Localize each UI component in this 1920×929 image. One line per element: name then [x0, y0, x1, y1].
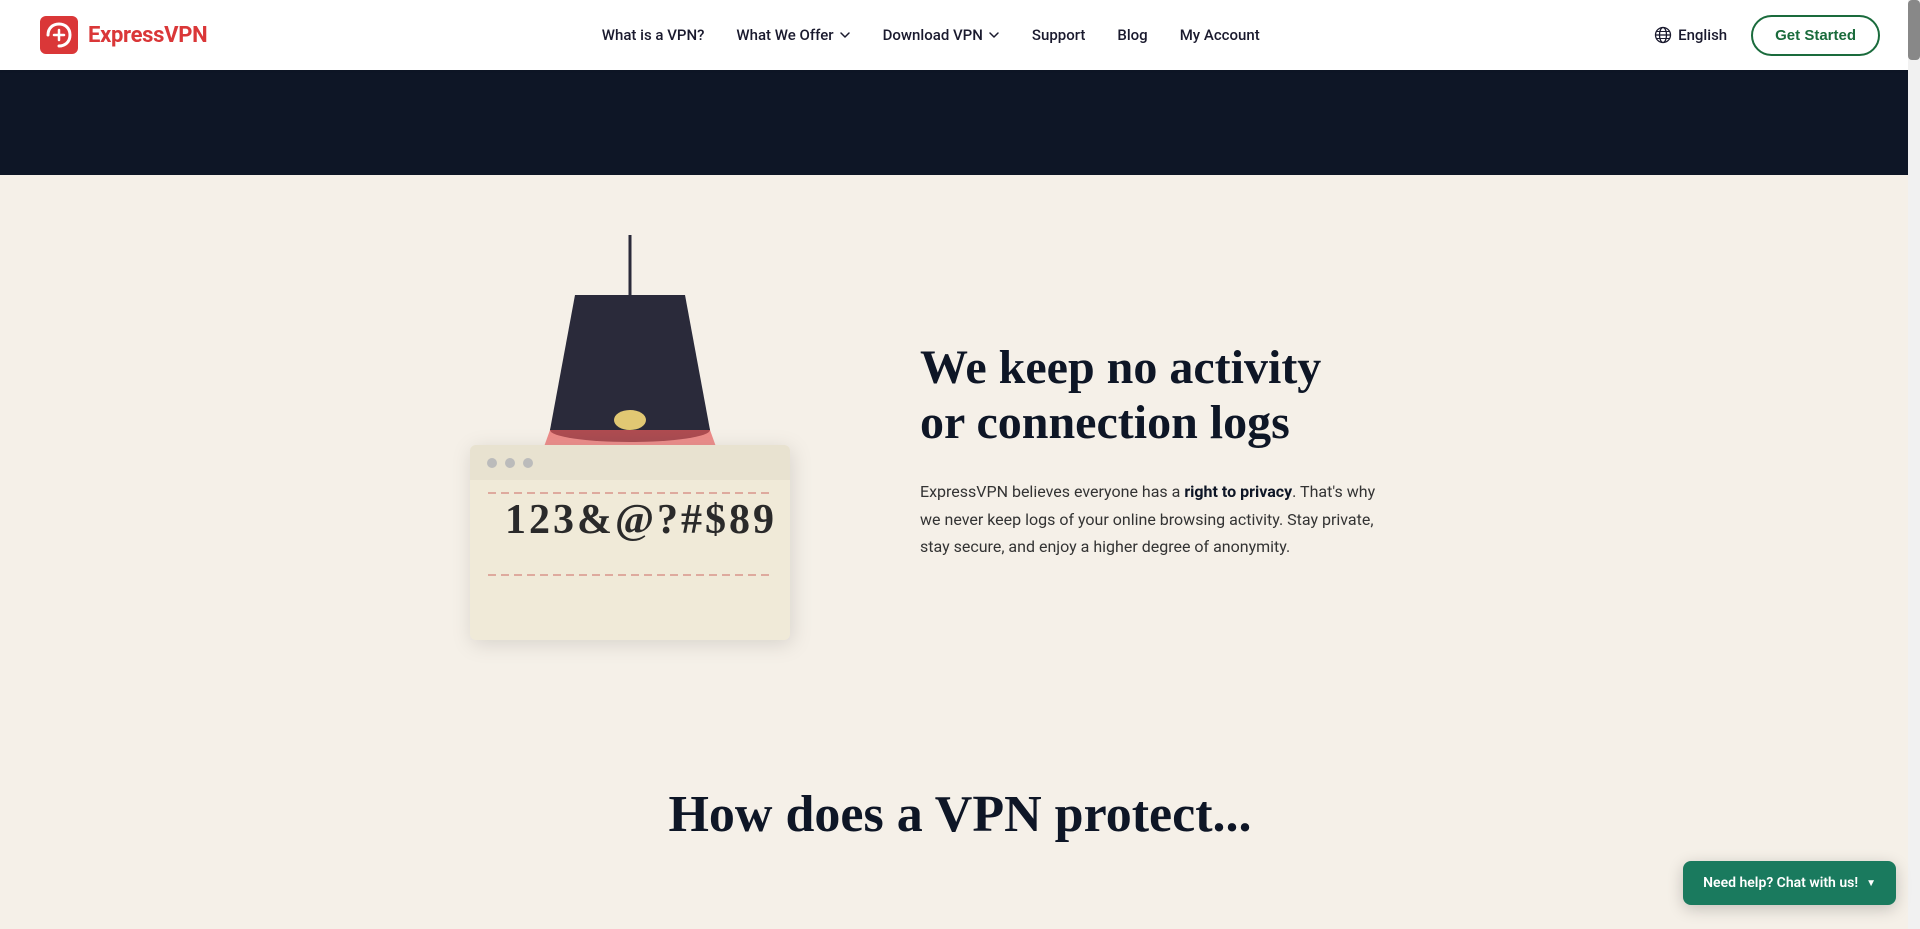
scrollbar-thumb[interactable] [1908, 0, 1920, 60]
illustration-area: 123&@?#$89 [420, 235, 840, 665]
nav-what-we-offer[interactable]: What We Offer [736, 26, 850, 44]
get-started-button[interactable]: Get Started [1751, 15, 1880, 56]
scrollbar[interactable] [1908, 0, 1920, 929]
chat-widget[interactable]: Need help? Chat with us! ▼ [1683, 861, 1896, 905]
nav-download-vpn[interactable]: Download VPN [883, 26, 1000, 44]
section-title: We keep no activity or connection logs [920, 340, 1380, 450]
svg-text:123&@?#$89: 123&@?#$89 [505, 497, 777, 543]
site-header: ExpressVPN What is a VPN? What We Offer … [0, 0, 1920, 70]
content-wrapper: 123&@?#$89 We keep no activity or connec… [360, 235, 1560, 665]
nav-blog[interactable]: Blog [1117, 26, 1147, 44]
bottom-section: How does a VPN protect... [0, 745, 1920, 865]
nav-support[interactable]: Support [1032, 26, 1085, 44]
nav-right-area: English Get Started [1654, 15, 1880, 56]
logo-text: ExpressVPN [88, 23, 207, 48]
language-label: English [1678, 26, 1727, 44]
globe-icon [1654, 26, 1672, 44]
bottom-section-title: How does a VPN protect... [668, 785, 1251, 844]
text-content: We keep no activity or connection logs E… [920, 340, 1380, 560]
lamp-illustration: 123&@?#$89 [420, 235, 840, 665]
chat-chevron-icon: ▼ [1866, 878, 1876, 889]
nav-my-account[interactable]: My Account [1180, 26, 1260, 44]
logo[interactable]: ExpressVPN [40, 16, 207, 54]
expressvpn-logo-icon [40, 16, 78, 54]
section-description: ExpressVPN believes everyone has a right… [920, 478, 1380, 560]
dark-banner [0, 70, 1920, 175]
main-nav: What is a VPN? What We Offer Download VP… [602, 26, 1260, 44]
what-we-offer-chevron-icon [839, 29, 851, 41]
nav-what-is-vpn[interactable]: What is a VPN? [602, 26, 705, 44]
chat-label: Need help? Chat with us! [1703, 875, 1858, 891]
download-vpn-chevron-icon [988, 29, 1000, 41]
language-selector[interactable]: English [1654, 26, 1727, 44]
main-section: 123&@?#$89 We keep no activity or connec… [0, 175, 1920, 745]
